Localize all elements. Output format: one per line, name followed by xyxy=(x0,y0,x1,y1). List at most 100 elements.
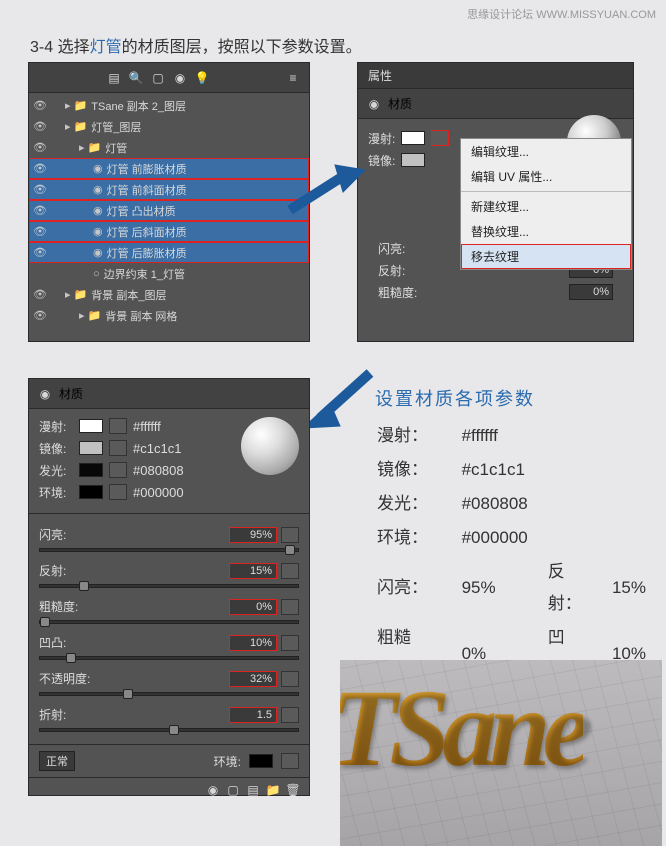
slider-icon[interactable] xyxy=(281,599,299,615)
shine-label: 闪亮: xyxy=(378,240,424,257)
trash-icon[interactable]: 🗑 xyxy=(285,782,301,798)
layer-row[interactable]: 👁◉灯管 前膨胀材质 xyxy=(29,158,309,179)
row-icon: ▸ 📁 xyxy=(79,141,101,154)
rough-val[interactable]: 0% xyxy=(569,284,613,300)
mat-line: 环境:#000000 xyxy=(29,481,309,503)
slider-value[interactable]: 10% xyxy=(229,635,277,651)
layer-row[interactable]: ○边界约束 1_灯管 xyxy=(29,263,309,284)
row-icon: ◉ xyxy=(93,162,103,175)
row-label: 灯管 后膨胀材质 xyxy=(103,245,187,261)
slider-track[interactable] xyxy=(39,620,299,624)
slider-label: 反射: xyxy=(39,562,93,579)
layer-row[interactable]: 👁◉灯管 后斜面材质 xyxy=(29,221,309,242)
slider-knob[interactable] xyxy=(123,689,133,699)
visibility-icon[interactable]: 👁 xyxy=(29,183,51,196)
slider-value[interactable]: 95% xyxy=(229,527,277,543)
slider-knob[interactable] xyxy=(79,581,89,591)
ctx-edit-uv[interactable]: 编辑 UV 属性... xyxy=(461,164,631,189)
layer-row[interactable]: 👁◉灯管 凸出材质 xyxy=(29,200,309,221)
slider-track[interactable] xyxy=(39,548,299,552)
slider-value[interactable]: 15% xyxy=(229,563,277,579)
mat-label: 镜像: xyxy=(39,440,73,457)
slider-icon[interactable] xyxy=(281,527,299,543)
menu-icon[interactable]: ≡ xyxy=(285,70,301,86)
slider-label: 凹凸: xyxy=(39,634,93,651)
box-icon[interactable]: ▢ xyxy=(225,782,241,798)
3d-text: TSane xyxy=(340,665,583,792)
layer-row[interactable]: 👁◉灯管 后膨胀材质 xyxy=(29,242,309,263)
p-v1: #ffffff xyxy=(462,420,546,452)
diffuse-swatch[interactable] xyxy=(401,131,425,145)
diffuse-texture-button[interactable] xyxy=(431,130,449,146)
layer-row[interactable]: 👁▸ 📁背景 副本 网格 xyxy=(29,305,309,326)
visibility-icon[interactable]: 👁 xyxy=(29,288,51,301)
slider-icon[interactable] xyxy=(281,563,299,579)
properties-tab[interactable]: 属性 xyxy=(358,63,633,89)
sphere-icon[interactable]: ◉ xyxy=(205,782,221,798)
watermark: 思缘设计论坛 WWW.MISSYUAN.COM xyxy=(467,6,656,22)
slider-value[interactable]: 32% xyxy=(229,671,277,687)
mat-label: 漫射: xyxy=(39,418,73,435)
visibility-icon[interactable]: 👁 xyxy=(29,141,51,154)
folder-icon[interactable]: ▢ xyxy=(150,70,166,86)
filter-icon[interactable]: ▤ xyxy=(106,70,122,86)
p-l1: 镜像： xyxy=(377,454,460,486)
texture-btn[interactable] xyxy=(109,484,127,500)
search-icon[interactable]: 🔍 xyxy=(128,70,144,86)
ctx-replace-texture[interactable]: 替换纹理... xyxy=(461,219,631,244)
slider-icon[interactable] xyxy=(281,635,299,651)
ctx-new-texture[interactable]: 新建纹理... xyxy=(461,194,631,219)
param-row: 镜像：#c1c1c1 xyxy=(377,454,664,486)
slider-label: 不透明度: xyxy=(39,670,93,687)
slider-icon[interactable] xyxy=(281,671,299,687)
mat-preview-sphere xyxy=(241,417,299,475)
visibility-icon[interactable]: 👁 xyxy=(29,162,51,175)
layer-row[interactable]: 👁▸ 📁背景 副本_图层 xyxy=(29,284,309,305)
layer-row[interactable]: 👁▸ 📁灯管_图层 xyxy=(29,116,309,137)
slider-track[interactable] xyxy=(39,728,299,732)
rough-line: 粗糙度: 0% xyxy=(368,281,623,303)
texture-btn[interactable] xyxy=(109,462,127,478)
env-btn[interactable] xyxy=(281,753,299,769)
slider-knob[interactable] xyxy=(285,545,295,555)
slider-icon[interactable] xyxy=(281,707,299,723)
new-icon[interactable]: ▤ xyxy=(245,782,261,798)
slider-track[interactable] xyxy=(39,692,299,696)
ball-icon[interactable]: ◉ xyxy=(172,70,188,86)
slider-value[interactable]: 0% xyxy=(229,599,277,615)
layer-row[interactable]: 👁▸ 📁TSane 副本 2_图层 xyxy=(29,95,309,116)
slider-value[interactable]: 1.5 xyxy=(229,707,277,723)
slider-knob[interactable] xyxy=(40,617,50,627)
slider-track[interactable] xyxy=(39,656,299,660)
p-v1: #080808 xyxy=(462,488,546,520)
color-swatch[interactable] xyxy=(79,441,103,455)
step-title: 3-4 选择灯管的材质图层，按照以下参数设置。 xyxy=(30,33,362,57)
visibility-icon[interactable]: 👁 xyxy=(29,309,51,322)
slider-knob[interactable] xyxy=(169,725,179,735)
color-swatch[interactable] xyxy=(79,463,103,477)
folder-icon2[interactable]: 📁 xyxy=(265,782,281,798)
material-icon: ◉ xyxy=(366,96,382,112)
color-swatch[interactable] xyxy=(79,419,103,433)
slider-knob[interactable] xyxy=(66,653,76,663)
visibility-icon[interactable]: 👁 xyxy=(29,246,51,259)
color-swatch[interactable] xyxy=(79,485,103,499)
visibility-icon[interactable]: 👁 xyxy=(29,99,51,112)
layer-row[interactable]: 👁◉灯管 前斜面材质 xyxy=(29,179,309,200)
specular-swatch[interactable] xyxy=(401,153,425,167)
layer-row[interactable]: 👁▸ 📁灯管 xyxy=(29,137,309,158)
ctx-remove-texture[interactable]: 移去纹理 xyxy=(461,244,631,269)
visibility-icon[interactable]: 👁 xyxy=(29,120,51,133)
visibility-icon[interactable]: 👁 xyxy=(29,204,51,217)
ctx-sep xyxy=(461,191,631,192)
light-icon[interactable]: 💡 xyxy=(194,70,210,86)
blend-mode-select[interactable]: 正常 xyxy=(39,751,75,771)
env-swatch[interactable] xyxy=(249,754,273,768)
slider-track[interactable] xyxy=(39,584,299,588)
texture-btn[interactable] xyxy=(109,440,127,456)
visibility-icon[interactable]: 👁 xyxy=(29,225,51,238)
texture-btn[interactable] xyxy=(109,418,127,434)
ctx-edit-texture[interactable]: 编辑纹理... xyxy=(461,139,631,164)
mat-title: 材质 xyxy=(59,385,83,402)
p-l2 xyxy=(548,488,610,520)
